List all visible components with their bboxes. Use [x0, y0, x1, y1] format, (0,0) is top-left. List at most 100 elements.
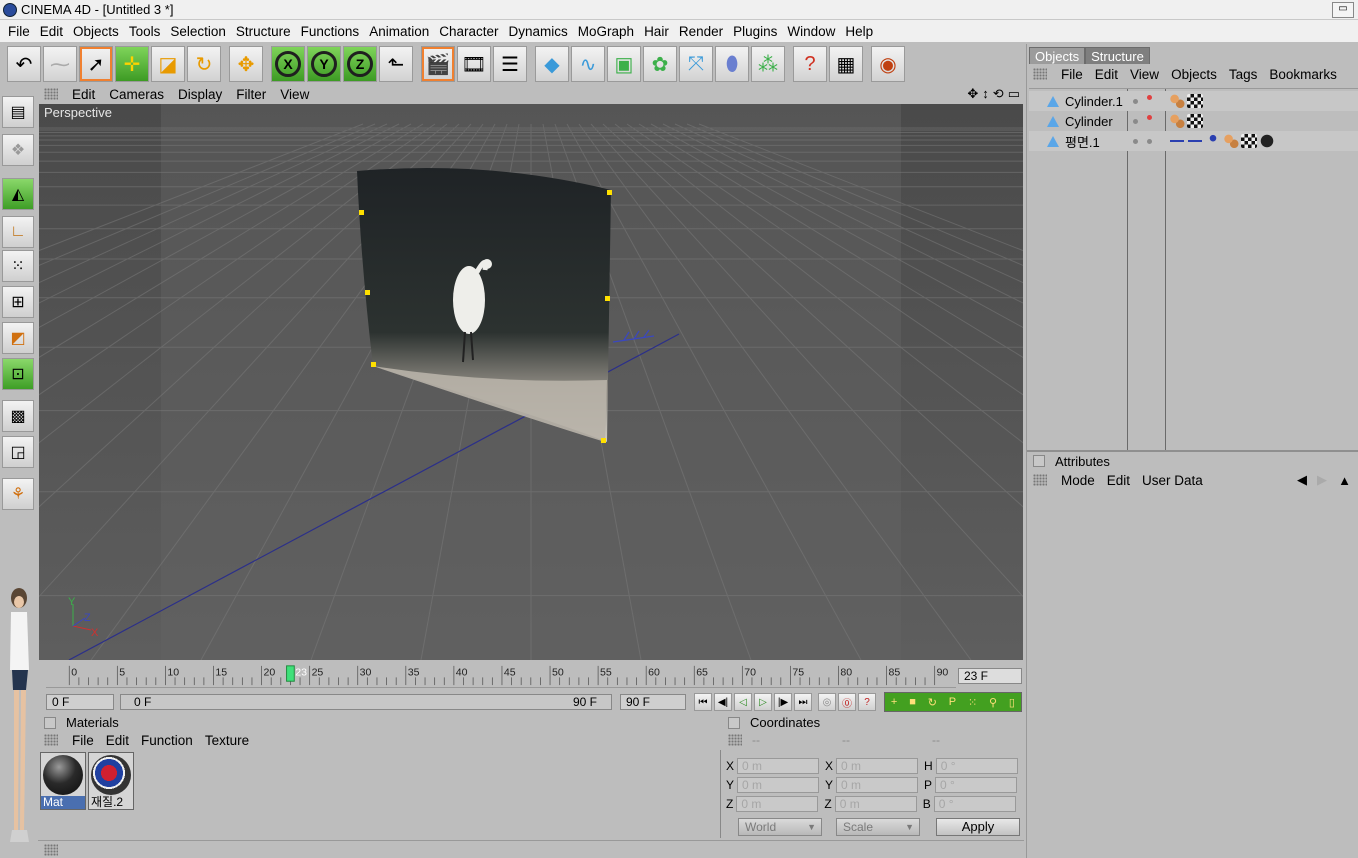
menu-help[interactable]: Help — [840, 24, 878, 39]
render-settings-icon[interactable]: ☰ — [493, 46, 527, 82]
sculpt-icon[interactable]: ❖ — [2, 134, 34, 166]
layout-icon[interactable]: ▦ — [829, 46, 863, 82]
size-y-field[interactable]: 0 m — [836, 777, 919, 793]
menu-file[interactable]: File — [3, 24, 35, 39]
menu-functions[interactable]: Functions — [296, 24, 365, 39]
editor-visibility-dot[interactable] — [1147, 95, 1152, 100]
coordinate-mode-select[interactable]: World ▼ — [738, 818, 822, 836]
visibility-dot[interactable] — [1133, 118, 1138, 124]
play-backward-icon[interactable]: ◁ — [734, 693, 752, 711]
size-z-field[interactable]: 0 m — [834, 796, 917, 812]
forward-arrow-icon[interactable]: ▶ — [1317, 472, 1327, 488]
keyframe-selection-icon[interactable]: ? — [858, 693, 876, 711]
scene-icon[interactable]: ⬮ — [715, 46, 749, 82]
model-mode-icon[interactable]: ◭ — [2, 178, 34, 210]
timeline-toggle-icon[interactable]: ▯ — [1009, 696, 1015, 709]
position-x-field[interactable]: 0 m — [737, 758, 820, 774]
edges-mode-icon[interactable]: ⊞ — [2, 286, 34, 318]
back-arrow-icon[interactable]: ◀ — [1297, 472, 1307, 488]
phong-tag-icon[interactable] — [1223, 134, 1239, 148]
size-mode-select[interactable]: Scale ▼ — [836, 818, 920, 836]
rotation-p-field[interactable]: 0 ° — [935, 777, 1018, 793]
maximize-view-icon[interactable]: ▭ — [1008, 86, 1020, 102]
paint-icon[interactable]: ⚘ — [2, 478, 34, 510]
x-axis-icon[interactable]: X — [271, 46, 305, 82]
polygons-mode-icon[interactable]: ◩ — [2, 322, 34, 354]
objects-menu-objects[interactable]: Objects — [1165, 67, 1223, 82]
materials-menu-file[interactable]: File — [66, 733, 100, 748]
menu-mograph[interactable]: MoGraph — [573, 24, 639, 39]
attributes-menu-mode[interactable]: Mode — [1055, 473, 1101, 488]
attributes-menu-user-data[interactable]: User Data — [1136, 473, 1209, 488]
web-icon[interactable]: ◉ — [871, 46, 905, 82]
materials-menu-texture[interactable]: Texture — [199, 733, 255, 748]
go-to-start-icon[interactable]: ⏮ — [694, 693, 712, 711]
drag-grip-icon[interactable] — [44, 844, 58, 856]
parameter-key-icon[interactable]: P — [949, 696, 956, 708]
viewport-menu-display[interactable]: Display — [172, 87, 230, 102]
viewport-menu-cameras[interactable]: Cameras — [103, 87, 172, 102]
phong-tag-icon[interactable] — [1169, 94, 1185, 108]
attributes-menu-edit[interactable]: Edit — [1101, 473, 1136, 488]
ik-chain-tag-icon[interactable] — [1169, 134, 1185, 148]
pan-icon[interactable]: ✥ — [967, 86, 978, 102]
editor-visibility-dot[interactable] — [1147, 115, 1152, 120]
viewport-menu-filter[interactable]: Filter — [230, 87, 274, 102]
autokey-icon[interactable]: ⓪ — [838, 693, 856, 711]
rotation-key-icon[interactable]: ↻ — [928, 696, 937, 709]
uv-polygons-icon[interactable]: ◲ — [2, 436, 34, 468]
perspective-viewport[interactable]: Y X Z Perspective — [39, 104, 1023, 660]
materials-menu-edit[interactable]: Edit — [100, 733, 135, 748]
rotation-h-field[interactable]: 0 ° — [935, 758, 1018, 774]
tab-structure[interactable]: Structure — [1085, 47, 1150, 65]
viewport-menu-edit[interactable]: Edit — [66, 87, 103, 102]
position-key-icon[interactable]: + — [891, 696, 897, 708]
menu-dynamics[interactable]: Dynamics — [504, 24, 573, 39]
timeline-ruler[interactable]: 0 5 10 15 20 25 30 35 40 45 50 55 60 65 70 75 80 85 90 23 — [46, 662, 956, 688]
material-tag-icon[interactable] — [1259, 134, 1275, 148]
menu-objects[interactable]: Objects — [68, 24, 124, 39]
panel-toggle-icon[interactable] — [728, 716, 740, 729]
z-axis-icon[interactable]: Z — [343, 46, 377, 82]
move-icon[interactable]: ✛ — [115, 46, 149, 82]
scale-key-icon[interactable]: ■ — [909, 696, 916, 708]
menu-window[interactable]: Window — [782, 24, 840, 39]
texture-mode-icon[interactable]: ▤ — [2, 96, 34, 128]
menu-plugins[interactable]: Plugins — [728, 24, 782, 39]
deformer-icon[interactable]: ⤧ — [679, 46, 713, 82]
object-axis-icon[interactable]: ∟ — [2, 216, 34, 248]
texture-tag-icon[interactable] — [1187, 114, 1203, 128]
texture-tag-icon[interactable] — [1187, 94, 1203, 108]
timeline-playhead[interactable] — [286, 665, 295, 682]
nurbs-icon[interactable]: ▣ — [607, 46, 641, 82]
editor-visibility-dot[interactable] — [1147, 138, 1152, 144]
help-icon[interactable]: ? — [793, 46, 827, 82]
rotation-b-field[interactable]: 0 ° — [933, 796, 1016, 812]
menu-selection[interactable]: Selection — [165, 24, 231, 39]
panel-toggle-icon[interactable] — [1033, 455, 1045, 467]
up-arrow-icon[interactable]: ▲ — [1338, 473, 1351, 488]
material-swatch[interactable]: 재질.2 — [88, 752, 134, 810]
object-row[interactable]: Cylinder.1 — [1029, 91, 1358, 111]
play-forward-icon[interactable]: ▷ — [754, 693, 772, 711]
objects-menu-edit[interactable]: Edit — [1089, 67, 1124, 82]
panel-toggle-icon[interactable] — [44, 716, 56, 729]
spline-icon[interactable]: ∿ — [571, 46, 605, 82]
menu-edit[interactable]: Edit — [35, 24, 68, 39]
end-frame-field[interactable]: 90 F — [620, 694, 686, 710]
objects-menu-file[interactable]: File — [1055, 67, 1089, 82]
start-frame-field[interactable]: 0 F — [46, 694, 114, 710]
tab-objects[interactable]: Objects — [1029, 47, 1086, 65]
render-picture-viewer-icon[interactable]: 🎞 — [457, 46, 491, 82]
visibility-dot[interactable] — [1133, 138, 1138, 144]
objects-menu-bookmarks[interactable]: Bookmarks — [1263, 67, 1343, 82]
menu-character[interactable]: Character — [434, 24, 503, 39]
y-axis-icon[interactable]: Y — [307, 46, 341, 82]
frame-range-slider[interactable]: 0 F 90 F — [120, 694, 612, 710]
ik-chain-tag-icon[interactable] — [1187, 134, 1203, 148]
points-mode-icon[interactable]: ⁙ — [2, 250, 34, 282]
orbit-icon[interactable]: ⟲ — [993, 86, 1004, 102]
checker-icon[interactable]: ▩ — [2, 400, 34, 432]
live-selection-icon[interactable]: ➚ — [79, 46, 113, 82]
environment-icon[interactable]: ⁂ — [751, 46, 785, 82]
